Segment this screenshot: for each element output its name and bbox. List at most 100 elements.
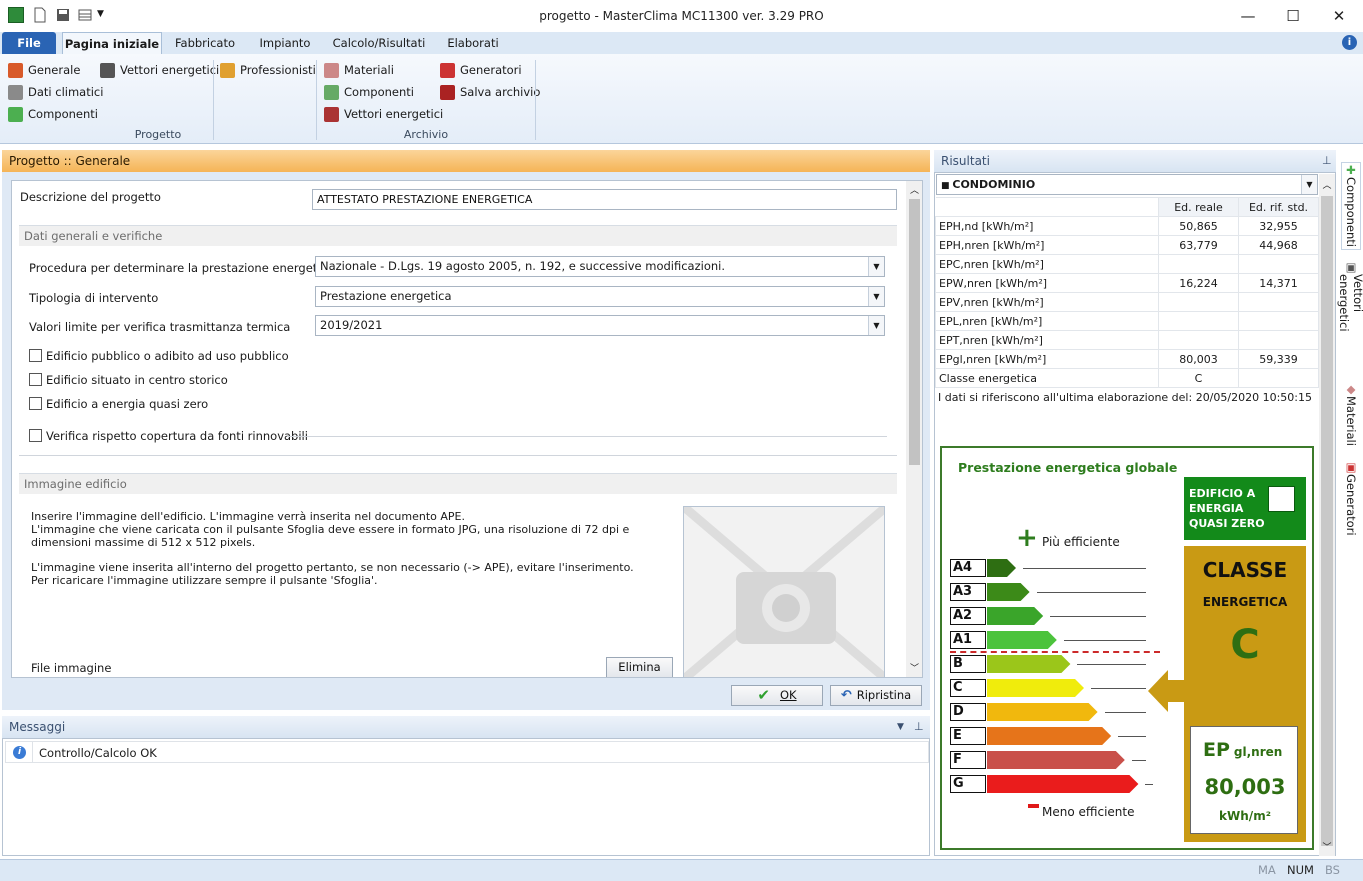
table-cell-value: 16,224	[1158, 273, 1239, 293]
energy-class-line	[1050, 616, 1146, 617]
ribbon-tabs: File Pagina iniziale Fabbricato Impianto…	[0, 32, 1363, 54]
tab-calcolo-risultati[interactable]: Calcolo/Risultati	[328, 32, 430, 54]
nzeb-checkbox[interactable]	[29, 397, 42, 410]
table-cell-value: 63,779	[1158, 235, 1239, 255]
descrizione-input[interactable]: ATTESTATO PRESTAZIONE ENERGETICA	[312, 189, 897, 210]
energy-class-bar-a4: A4	[950, 559, 1150, 577]
table-cell-value	[1238, 368, 1319, 388]
energy-class-line	[1104, 712, 1146, 713]
ok-button[interactable]: ✔ OK	[731, 685, 823, 706]
list-item[interactable]: i Controllo/Calcolo OK	[5, 741, 929, 763]
building-select[interactable]: ■ CONDOMINIO ▼	[936, 174, 1318, 195]
results-footer: I dati si riferiscono all'ultima elabora…	[938, 391, 1312, 404]
energy-class-arrow-shape	[987, 655, 1071, 673]
energy-class-arrow	[987, 679, 1084, 697]
project-form: Descrizione del progetto ATTESTATO PREST…	[11, 180, 923, 678]
chevron-down-icon[interactable]: ▼	[868, 257, 884, 276]
table-cell-label: EPH,nren [kWh/m²]	[935, 235, 1159, 255]
energy-class-bar-c: C	[950, 679, 1150, 697]
info-icon[interactable]: i	[1342, 35, 1357, 50]
valori-select[interactable]: 2019/2021 ▼	[315, 315, 885, 336]
tipologia-label: Tipologia di intervento	[29, 291, 159, 305]
centro-storico-checkbox[interactable]	[29, 373, 42, 386]
side-tab-vettori[interactable]: ▣ Vettori energetici	[1337, 260, 1363, 372]
pin-icon[interactable]: ⊥	[914, 716, 924, 738]
ep-label: EP gl,nren	[1203, 739, 1283, 761]
side-tab-generatori[interactable]: ▣ Generatori	[1341, 460, 1361, 540]
tab-elaborati[interactable]: Elaborati	[440, 32, 506, 54]
table-cell-value	[1238, 254, 1319, 274]
tab-fabbricato[interactable]: Fabbricato	[168, 32, 242, 54]
chevron-up-icon[interactable]: ︿	[1319, 178, 1335, 191]
scrollbar-thumb[interactable]	[1321, 196, 1333, 846]
energy-class-arrow-shape	[987, 559, 1016, 577]
chevron-down-icon[interactable]: ▼	[868, 287, 884, 306]
close-icon[interactable]: ✕	[1316, 0, 1362, 32]
archivio-componenti-button[interactable]: Componenti	[324, 83, 414, 101]
vettori-energetici-button[interactable]: Vettori energetici	[100, 61, 219, 79]
side-tab-componenti[interactable]: ✚ Componenti	[1341, 162, 1361, 250]
professionisti-button[interactable]: Professionisti	[220, 61, 316, 79]
table-cell-label: Classe energetica	[935, 368, 1159, 388]
salva-archivio-button[interactable]: Salva archivio	[440, 83, 540, 101]
table-row: EPgl,nren [kWh/m²] 80,003 59,339	[935, 349, 1319, 369]
chevron-down-icon[interactable]: ﹀	[906, 661, 922, 674]
nzeb-text: EDIFICIO A ENERGIA QUASI ZERO	[1189, 487, 1265, 530]
table-cell-value: 59,339	[1238, 349, 1319, 369]
archive-save-icon	[440, 84, 455, 100]
img-help-text: Per ricaricare l'immagine utilizzare sem…	[31, 574, 378, 587]
table-row: EPC,nren [kWh/m²]	[935, 254, 1319, 274]
results-scrollbar[interactable]: ︿ ﹀	[1319, 174, 1335, 856]
energy-class-bar-e: E	[950, 727, 1150, 745]
minimize-icon[interactable]: —	[1225, 0, 1271, 32]
materiali-button[interactable]: Materiali	[324, 61, 394, 79]
chevron-up-icon[interactable]: ︿	[906, 183, 922, 196]
group-immagine-edificio: Immagine edificio	[19, 473, 897, 494]
piu-efficiente-label: Più efficiente	[1042, 535, 1120, 549]
tab-pagina-iniziale[interactable]: Pagina iniziale	[62, 32, 162, 54]
edificio-pubblico-checkbox[interactable]	[29, 349, 42, 362]
scrollbar-thumb[interactable]	[909, 199, 920, 465]
energy-class-arrow-shape	[987, 679, 1084, 697]
chevron-down-icon[interactable]: ﹀	[1319, 840, 1335, 853]
tipologia-select[interactable]: Prestazione energetica ▼	[315, 286, 885, 307]
ep-box: EP gl,nren 80,003 kWh/m²	[1190, 726, 1298, 834]
chevron-down-icon[interactable]: ▼	[1301, 175, 1317, 194]
table-cell-value	[1158, 254, 1239, 274]
maximize-icon[interactable]: ☐	[1270, 0, 1316, 32]
main-panel-header: Progetto :: Generale	[2, 150, 930, 172]
table-cell-value	[1158, 311, 1239, 331]
chevron-down-icon[interactable]: ▼	[868, 316, 884, 335]
componenti-button[interactable]: Componenti	[8, 105, 98, 123]
ripristina-button[interactable]: ↶ Ripristina	[830, 685, 922, 706]
home-icon	[8, 62, 23, 78]
rinnovabili-checkbox[interactable]	[29, 429, 42, 442]
form-scrollbar[interactable]: ︿ ﹀	[906, 181, 922, 677]
pin-icon[interactable]: ⊥	[1322, 150, 1332, 172]
energy-class-arrow	[987, 607, 1044, 625]
materials-icon	[324, 62, 339, 78]
dati-climatici-button[interactable]: Dati climatici	[8, 83, 103, 101]
energy-class-arrow-shape	[987, 583, 1030, 601]
elimina-button[interactable]: Elimina	[606, 657, 673, 677]
fuel-pump-icon	[100, 62, 115, 78]
table-row: Classe energetica C	[935, 368, 1319, 388]
generale-button[interactable]: Generale	[8, 61, 80, 79]
nzeb-threshold-line	[950, 651, 1160, 653]
energy-class-arrow	[987, 655, 1071, 673]
dropdown-icon[interactable]: ▼	[897, 716, 904, 738]
message-text: Controllo/Calcolo OK	[39, 746, 157, 760]
generatori-button[interactable]: Generatori	[440, 61, 522, 79]
energy-class-line	[1077, 664, 1146, 665]
archivio-vettori-button[interactable]: Vettori energetici	[324, 105, 443, 123]
tab-file[interactable]: File	[2, 32, 56, 54]
energy-class-arrow-shape	[987, 631, 1057, 649]
side-tab-materiali[interactable]: ◆ Materiali	[1341, 382, 1361, 452]
info-icon: i	[13, 746, 26, 759]
building-image-placeholder[interactable]	[683, 506, 885, 677]
energy-class-value: C	[1230, 622, 1260, 668]
image-placeholder-icon	[684, 507, 884, 677]
procedura-select[interactable]: Nazionale - D.Lgs. 19 agosto 2005, n. 19…	[315, 256, 885, 277]
tab-impianto[interactable]: Impianto	[250, 32, 320, 54]
table-cell-label: EPW,nren [kWh/m²]	[935, 273, 1159, 293]
